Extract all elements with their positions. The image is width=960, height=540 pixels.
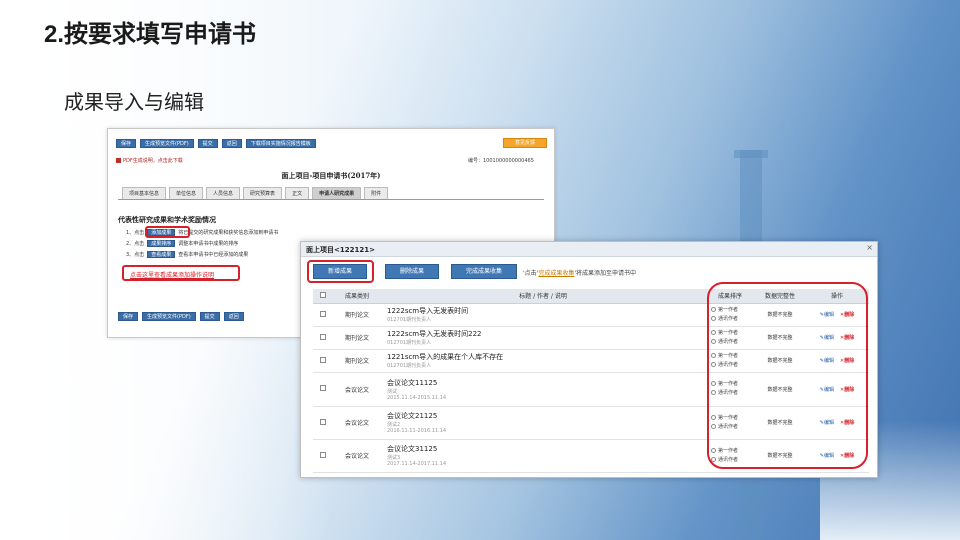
hint-prefix: '点击' bbox=[523, 270, 539, 277]
step-prefix: 2、点击 bbox=[126, 241, 145, 247]
save-button[interactable]: 保存 bbox=[116, 139, 137, 148]
slide-number: 2. bbox=[44, 21, 65, 48]
row-checkbox[interactable] bbox=[320, 310, 326, 317]
col-category: 成果类别 bbox=[333, 289, 381, 304]
row-title-cell: 1221scm导入的成果在个人库不存在 012701期刊负责人 bbox=[381, 349, 705, 373]
submit-button[interactable]: 提交 bbox=[197, 139, 218, 148]
step-2: 2、点击 成果排序 调整本申请书中成果的排序 bbox=[126, 240, 238, 247]
row-date: 2016.11.11-2016.11.14 bbox=[387, 428, 447, 434]
top-toolbar: 保存 生成预览文件(PDF) 提交 返回 下载项目实施情况报告模板 bbox=[116, 139, 316, 148]
row-category: 会议论文 bbox=[333, 372, 381, 407]
step-text: 将已提交的研究成果和获奖信息添加到申请书 bbox=[178, 230, 279, 236]
close-icon[interactable]: × bbox=[866, 243, 873, 252]
delete-result-button[interactable]: 删除成果 bbox=[385, 264, 439, 279]
back-button[interactable]: 返回 bbox=[221, 139, 242, 148]
row-select-cell bbox=[313, 326, 333, 350]
row-title: 1221scm导入的成果在个人库不存在 bbox=[387, 353, 504, 361]
row-date: 2015.11.14-2015.11.14 bbox=[387, 394, 447, 401]
view-results-button[interactable]: 查看成果 bbox=[147, 251, 176, 258]
generate-pdf-button[interactable]: 生成预览文件(PDF) bbox=[140, 139, 194, 148]
download-template-button[interactable]: 下载项目实施情况报告模板 bbox=[245, 139, 316, 148]
feedback-button[interactable]: 意见反馈 bbox=[503, 138, 547, 148]
row-category: 会议论文 bbox=[333, 439, 381, 473]
submit-button[interactable]: 提交 bbox=[199, 312, 220, 321]
col-title: 标题 / 作者 / 说明 bbox=[381, 289, 705, 304]
section-heading: 代表性研究成果和学术奖励情况 bbox=[118, 216, 216, 224]
row-checkbox[interactable] bbox=[320, 333, 326, 340]
document-title: 面上项目-项目申请书(2017年) bbox=[281, 171, 381, 180]
row-category: 期刊论文 bbox=[333, 326, 381, 350]
select-all-cell bbox=[313, 289, 333, 304]
back-button[interactable]: 返回 bbox=[223, 312, 244, 321]
row-date: 2017.11.14-2017.11.14 bbox=[387, 461, 447, 467]
row-title: 1222scm导入无发表时间222 bbox=[387, 330, 482, 338]
select-all-checkbox[interactable] bbox=[320, 291, 326, 298]
dialog-header: 面上项目<122121> × bbox=[301, 242, 877, 257]
row-checkbox[interactable] bbox=[320, 451, 326, 458]
step-text: 查看本申请书中已经添加的成果 bbox=[178, 252, 249, 258]
step-3: 3、点击 查看成果 查看本申请书中已经添加的成果 bbox=[126, 251, 248, 258]
step-prefix: 3、点击 bbox=[126, 252, 145, 258]
row-title: 会议论文21125 bbox=[387, 412, 438, 420]
bottom-toolbar: 保存 生成预览文件(PDF) 提交 返回 bbox=[118, 312, 244, 321]
step-prefix: 1、点击 bbox=[126, 230, 145, 236]
results-dialog: 面上项目<122121> × 新增成果 删除成果 完成成果收集 '点击'完成成果… bbox=[300, 241, 878, 478]
bridge-tower-decor bbox=[734, 150, 768, 158]
slide-title-text: 按要求填写申请书 bbox=[64, 20, 257, 48]
row-title-cell: 会议论文21125 测试2 2016.11.11-2016.11.14 bbox=[381, 406, 705, 440]
highlight-box bbox=[122, 265, 240, 281]
row-title-cell: 1222scm导入无发表时间 012701期刊负责人 bbox=[381, 303, 705, 327]
pdf-help-text: PDF生成说明，点击此下载 bbox=[123, 158, 183, 164]
step-text: 调整本申请书中成果的排序 bbox=[178, 241, 239, 247]
row-author: 012701期刊负责人 bbox=[387, 363, 432, 369]
complete-collection-button[interactable]: 完成成果收集 bbox=[451, 264, 517, 279]
dialog-title: 面上项目<122121> bbox=[306, 246, 375, 254]
row-select-cell bbox=[313, 439, 333, 473]
pdf-icon bbox=[116, 158, 121, 163]
row-checkbox[interactable] bbox=[320, 356, 326, 363]
row-title-cell: 1222scm导入无发表时间222 012701期刊负责人 bbox=[381, 326, 705, 350]
slide-subtitle: 成果导入与编辑 bbox=[64, 90, 204, 114]
row-author: 012701期刊负责人 bbox=[387, 317, 432, 323]
slide-title: 2.按要求填写申请书 bbox=[44, 14, 256, 49]
row-select-cell bbox=[313, 303, 333, 327]
row-category: 期刊论文 bbox=[333, 303, 381, 327]
row-category: 会议论文 bbox=[333, 406, 381, 440]
hint-text: '点击'完成成果收集'将成果添加至申请书中 bbox=[523, 268, 636, 277]
hint-link[interactable]: 完成成果收集 bbox=[538, 270, 574, 277]
row-title: 会议论文11125 bbox=[387, 378, 438, 387]
row-title-cell: 会议论文11125 测试 2015.11.14-2015.11.14 bbox=[381, 372, 705, 407]
row-select-cell bbox=[313, 349, 333, 373]
row-category: 期刊论文 bbox=[333, 349, 381, 373]
row-checkbox[interactable] bbox=[320, 385, 326, 391]
row-select-cell bbox=[313, 406, 333, 440]
highlight-box bbox=[145, 226, 190, 238]
hint-suffix: '将成果添加至申请书中 bbox=[574, 270, 636, 277]
application-number: 编号：1001000000000465 bbox=[468, 158, 534, 164]
sort-results-button[interactable]: 成果排序 bbox=[147, 240, 176, 247]
row-title: 会议论文31125 bbox=[387, 445, 438, 453]
generate-pdf-button[interactable]: 生成预览文件(PDF) bbox=[142, 312, 196, 321]
row-author: 测试3 bbox=[387, 455, 401, 461]
row-author: 测试2 bbox=[387, 422, 401, 428]
highlight-box bbox=[307, 260, 374, 283]
highlight-ellipse bbox=[707, 282, 868, 469]
row-title-cell: 会议论文31125 测试3 2017.11.14-2017.11.14 bbox=[381, 439, 705, 473]
pdf-help-link[interactable]: PDF生成说明，点击此下载 bbox=[116, 157, 183, 164]
save-button[interactable]: 保存 bbox=[118, 312, 139, 321]
row-title: 1222scm导入无发表时间 bbox=[387, 307, 469, 315]
tab-divider bbox=[118, 199, 544, 200]
row-author: 测试 bbox=[387, 388, 398, 395]
row-checkbox[interactable] bbox=[320, 418, 326, 425]
row-select-cell bbox=[313, 372, 333, 407]
row-author: 012701期刊负责人 bbox=[387, 340, 432, 346]
